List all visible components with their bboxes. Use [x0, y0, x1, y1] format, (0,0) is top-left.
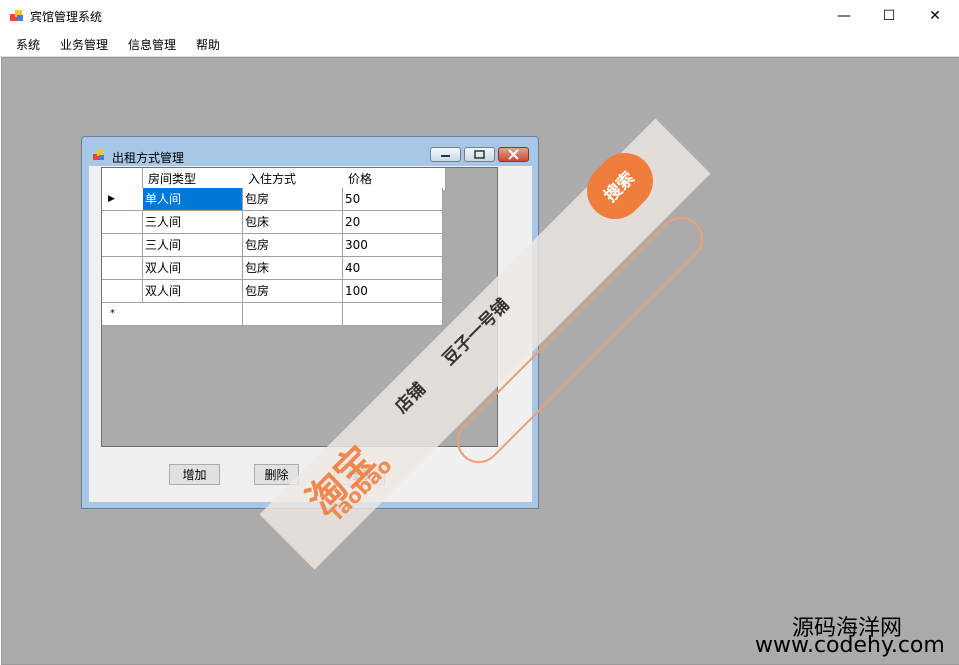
minimize-icon: — — [837, 7, 851, 24]
minimize-icon — [441, 155, 450, 157]
window-titlebar — [0, 0, 959, 31]
grid-cell[interactable]: 包房 — [243, 234, 343, 257]
menu-info[interactable]: 信息管理 — [128, 36, 176, 53]
grid-cell[interactable]: 双人间 — [143, 280, 243, 303]
row-header[interactable] — [102, 211, 143, 234]
row-header[interactable] — [102, 257, 143, 280]
grid-cell[interactable]: 20 — [343, 211, 443, 234]
child-window-title: 出租方式管理 — [112, 151, 185, 165]
child-restore-button[interactable] — [464, 147, 495, 162]
close-icon: ✕ — [929, 7, 941, 24]
grid-cell[interactable]: 单人间 — [143, 188, 243, 211]
row-header-new[interactable]: * — [102, 303, 149, 326]
row-header[interactable] — [102, 280, 143, 303]
minimize-button[interactable]: — — [821, 0, 867, 31]
close-button[interactable]: ✕ — [912, 0, 958, 31]
menu-business[interactable]: 业务管理 — [60, 36, 108, 53]
grid-cell[interactable]: 40 — [343, 257, 443, 280]
grid-cell[interactable]: 包床 — [243, 211, 343, 234]
child-minimize-button[interactable] — [430, 147, 461, 162]
grid-cell[interactable] — [343, 303, 443, 326]
app-icon — [10, 10, 23, 21]
maximize-button[interactable]: ☐ — [866, 0, 912, 31]
grid-cell[interactable]: 100 — [343, 280, 443, 303]
grid-cell[interactable]: 双人间 — [143, 257, 243, 280]
grid-cell[interactable]: 300 — [343, 234, 443, 257]
restore-icon — [474, 150, 485, 159]
window-icon — [93, 150, 104, 160]
window-title: 宾馆管理系统 — [30, 10, 103, 24]
menu-system[interactable]: 系统 — [16, 36, 40, 53]
grid-cell[interactable]: 三人间 — [143, 234, 243, 257]
grid-cell[interactable]: 包房 — [243, 188, 343, 211]
grid-cell[interactable]: 包床 — [243, 257, 343, 280]
maximize-icon: ☐ — [882, 7, 896, 24]
menu-help[interactable]: 帮助 — [196, 36, 220, 53]
child-close-button[interactable] — [498, 147, 529, 162]
row-header-current[interactable]: ▶ — [102, 188, 147, 211]
site-url: www.codehy.com — [755, 633, 945, 658]
grid-cell[interactable]: 50 — [343, 188, 443, 211]
close-icon — [508, 149, 519, 160]
grid-cell[interactable]: 三人间 — [143, 211, 243, 234]
grid-cell[interactable] — [143, 303, 243, 326]
grid-cell[interactable]: 包房 — [243, 280, 343, 303]
row-header[interactable] — [102, 234, 143, 257]
add-button[interactable]: 增加 — [169, 464, 220, 485]
grid-cell[interactable] — [243, 303, 343, 326]
